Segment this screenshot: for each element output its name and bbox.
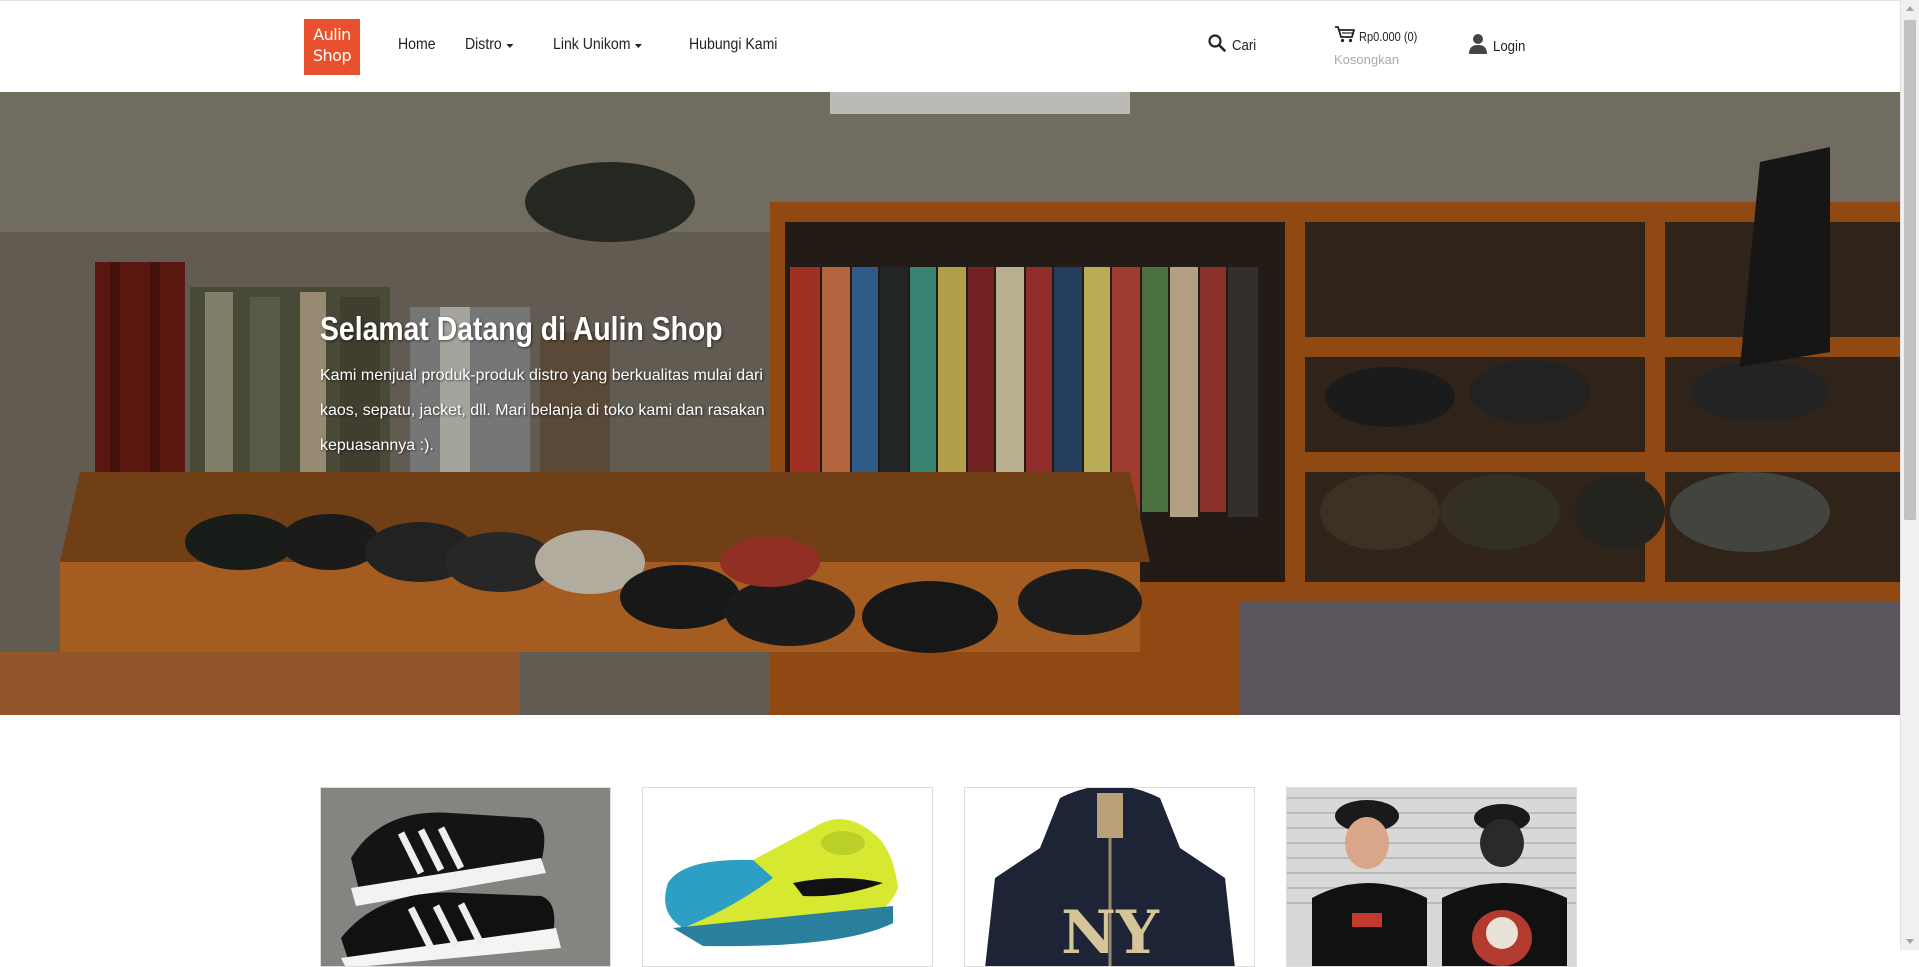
scroll-down-arrow-icon[interactable] [1906,939,1914,944]
hero-banner: Selamat Datang di Aulin Shop Kami menjua… [0,92,1900,715]
logo-line-1: Aulin [313,25,351,44]
nav-link-unikom-label: Link Unikom [553,36,631,53]
scroll-up-arrow-icon[interactable] [1906,6,1914,11]
cart-widget[interactable]: Rp0.000 (0) Kosongkan [1334,25,1428,67]
search-icon [1208,34,1226,57]
caret-down-icon [505,44,513,48]
shopping-cart-icon [1334,25,1356,48]
cart-empty-link[interactable]: Kosongkan [1334,52,1428,67]
product-card-hoodie[interactable]: NY [964,787,1255,967]
product-card-sneakers[interactable] [320,787,611,967]
main-nav: Home Distro Link Unikom Hubungi Kami [398,36,823,54]
top-navbar: Aulin Shop Home Distro Link Unikom Hubun… [0,0,1900,92]
scroll-thumb[interactable] [1904,20,1916,520]
nav-hubungi-kami[interactable]: Hubungi Kami [689,36,777,54]
logo-line-2: Shop [312,46,352,65]
search-button[interactable]: Cari [1208,34,1260,57]
hero-title: Selamat Datang di Aulin Shop [320,310,723,347]
product-card-tshirt[interactable] [1286,787,1577,967]
black-white-sneakers-image [321,788,610,966]
navy-ny-hoodie-image: NY [965,788,1254,967]
user-icon [1468,33,1488,60]
nav-link-unikom[interactable]: Link Unikom [553,36,643,54]
nav-home[interactable]: Home [398,36,436,54]
nav-home-label: Home [398,36,436,53]
black-graphic-tshirt-image [1287,788,1576,966]
hero-description: Kami menjual produk-produk distro yang b… [320,367,765,454]
green-futsal-shoe-image [643,788,932,966]
svg-text:NY: NY [1061,898,1160,967]
login-button[interactable]: Login [1468,33,1530,60]
login-label: Login [1493,38,1526,55]
brand-logo[interactable]: Aulin Shop [304,19,360,75]
nav-hubungi-kami-label: Hubungi Kami [688,36,777,53]
product-grid: NY [320,787,1577,967]
nav-distro-label: Distro [464,36,502,53]
nav-distro[interactable]: Distro [465,36,513,54]
cart-total: Rp0.000 (0) [1359,29,1418,44]
caret-down-icon [635,44,643,48]
product-card-futsal-shoe[interactable] [642,787,933,967]
search-label: Cari [1232,37,1257,54]
hero-overlay [0,92,1900,715]
page-scrollbar[interactable] [1900,0,1919,950]
